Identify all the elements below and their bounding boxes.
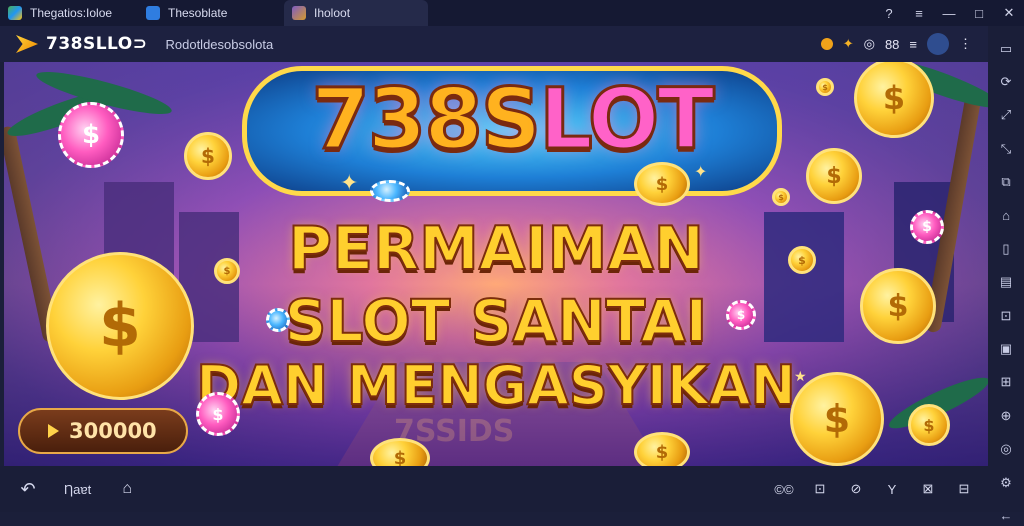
coin: $ (184, 132, 232, 180)
header-icons: ✦ ◎ 88 ≡ ⋮ (820, 26, 972, 62)
fullscreen-icon[interactable]: ⊟ (954, 481, 974, 497)
tab-1-label: Thegatios:Ioloe (30, 6, 113, 20)
casino-chip-blue (370, 180, 410, 202)
logo-text-right: LOT (538, 69, 716, 170)
tab-3-label: Iholoot (314, 6, 351, 20)
score-icon[interactable]: 88 (885, 37, 899, 52)
balance-button[interactable]: 300000 (18, 408, 188, 454)
bottom-nav: ↶ Ƞaɐt ⌂ ©© ⊡ ⊘ Y ⊠ ⊟ (0, 466, 988, 512)
window-titlebar: Thegatios:Ioloe Thesoblate Iholoot ? ≡ —… (0, 0, 1024, 26)
coin: $ (214, 258, 240, 284)
play-icon (48, 424, 59, 438)
minimize-button[interactable]: — (934, 6, 964, 21)
sparkle-icon: ✦ (694, 164, 708, 181)
apk-icon[interactable]: ▤ (996, 272, 1016, 292)
coin: $ (634, 162, 690, 206)
copy-icon[interactable]: ⧉ (996, 172, 1016, 192)
logo-text-left: 738S (310, 69, 543, 170)
emulator-sidebar: ▭ ⟳ ⤢ ⤡ ⧉ ⌂ ▯ ▤ ⊡ ▣ ⊞ ⊕ ◎ ⚙ ← (988, 26, 1024, 523)
settings-icon[interactable]: ⚙ (996, 473, 1016, 493)
coin: $ (908, 404, 950, 446)
sparkle-icon: ★ (794, 368, 807, 384)
app-logo-icon (16, 35, 38, 53)
more-icon[interactable]: ⋮ (959, 36, 972, 52)
close-button[interactable]: ✕ (994, 5, 1024, 21)
back-icon[interactable]: ← (996, 506, 1016, 526)
casino-chip: $ (196, 392, 240, 436)
coin: $ (790, 372, 884, 466)
coin-large: $ (46, 252, 194, 400)
screen-icon[interactable]: ⊡ (810, 481, 830, 497)
browser-icon (146, 6, 160, 20)
phone-icon[interactable]: ▯ (996, 239, 1016, 259)
record-icon[interactable]: ▣ (996, 339, 1016, 359)
bonus-icon[interactable]: ✦ (843, 36, 854, 52)
avatar[interactable] (927, 33, 949, 55)
location-pin-icon[interactable]: ⊘ (846, 481, 866, 497)
coin-icon[interactable] (820, 38, 833, 50)
shrink-icon[interactable]: ⤡ (996, 139, 1016, 159)
app-header: 738SLLO⊃ Rodotldesobsolota ✦ ◎ 88 ≡ ⋮ (0, 26, 988, 62)
coin: $ (860, 268, 936, 344)
screenshot-icon[interactable]: ⊡ (996, 306, 1016, 326)
location-icon[interactable]: ◎ (996, 439, 1016, 459)
y-icon[interactable]: Y (882, 482, 902, 497)
casino-chip: $ (910, 210, 944, 244)
back-button[interactable]: ↶ (18, 479, 38, 500)
coin: $ (816, 78, 834, 96)
game-banner[interactable]: 738SLOT PERMAIMAN SLOT SANTAI DAN MENGAS… (4, 62, 988, 466)
app-title: 738SLLO⊃ (46, 34, 148, 54)
list-icon[interactable]: ≡ (909, 37, 917, 52)
recents-button[interactable]: ⌂ (117, 480, 137, 498)
target-icon[interactable]: ◎ (864, 36, 875, 52)
app-stack-icon (8, 6, 22, 20)
game-thumbnail-icon (292, 6, 306, 20)
coin: $ (634, 432, 690, 466)
keyboard-icon[interactable]: ©© (774, 482, 794, 497)
coin: $ (772, 188, 790, 206)
balance-amount: 300000 (69, 419, 157, 443)
camera-icon[interactable]: ⊞ (996, 372, 1016, 392)
url-text: Rodotldesobsolota (165, 36, 274, 52)
casino-chip: $ (58, 102, 124, 168)
coin: $ (806, 148, 862, 204)
gamepad-icon[interactable]: ▭ (996, 39, 1016, 59)
shrink-window-icon[interactable]: ⊠ (918, 481, 938, 497)
maximize-button[interactable]: □ (964, 6, 994, 21)
help-icon[interactable]: ? (874, 6, 904, 21)
tab-2-label: Thesoblate (168, 6, 228, 20)
home-button[interactable]: Ƞaɐt (64, 482, 91, 497)
shake-icon[interactable]: ⊕ (996, 406, 1016, 426)
rotate-icon[interactable]: ⟳ (996, 72, 1016, 92)
folder-icon[interactable]: ⌂ (996, 206, 1016, 226)
sparkle-icon: ✦ (340, 170, 359, 195)
tab-2[interactable]: Thesoblate (138, 0, 278, 26)
tab-1[interactable]: Thegatios:Ioloe (0, 0, 128, 26)
tab-3[interactable]: Iholoot (284, 0, 428, 26)
coin: $ (788, 246, 816, 274)
casino-chip: $ (726, 300, 756, 330)
banner-logo: 738SLOT (242, 69, 782, 170)
menu-icon[interactable]: ≡ (904, 6, 934, 21)
casino-chip-blue (266, 308, 290, 332)
expand-icon[interactable]: ⤢ (996, 105, 1016, 125)
window-controls: ? ≡ — □ ✕ (874, 0, 1024, 26)
